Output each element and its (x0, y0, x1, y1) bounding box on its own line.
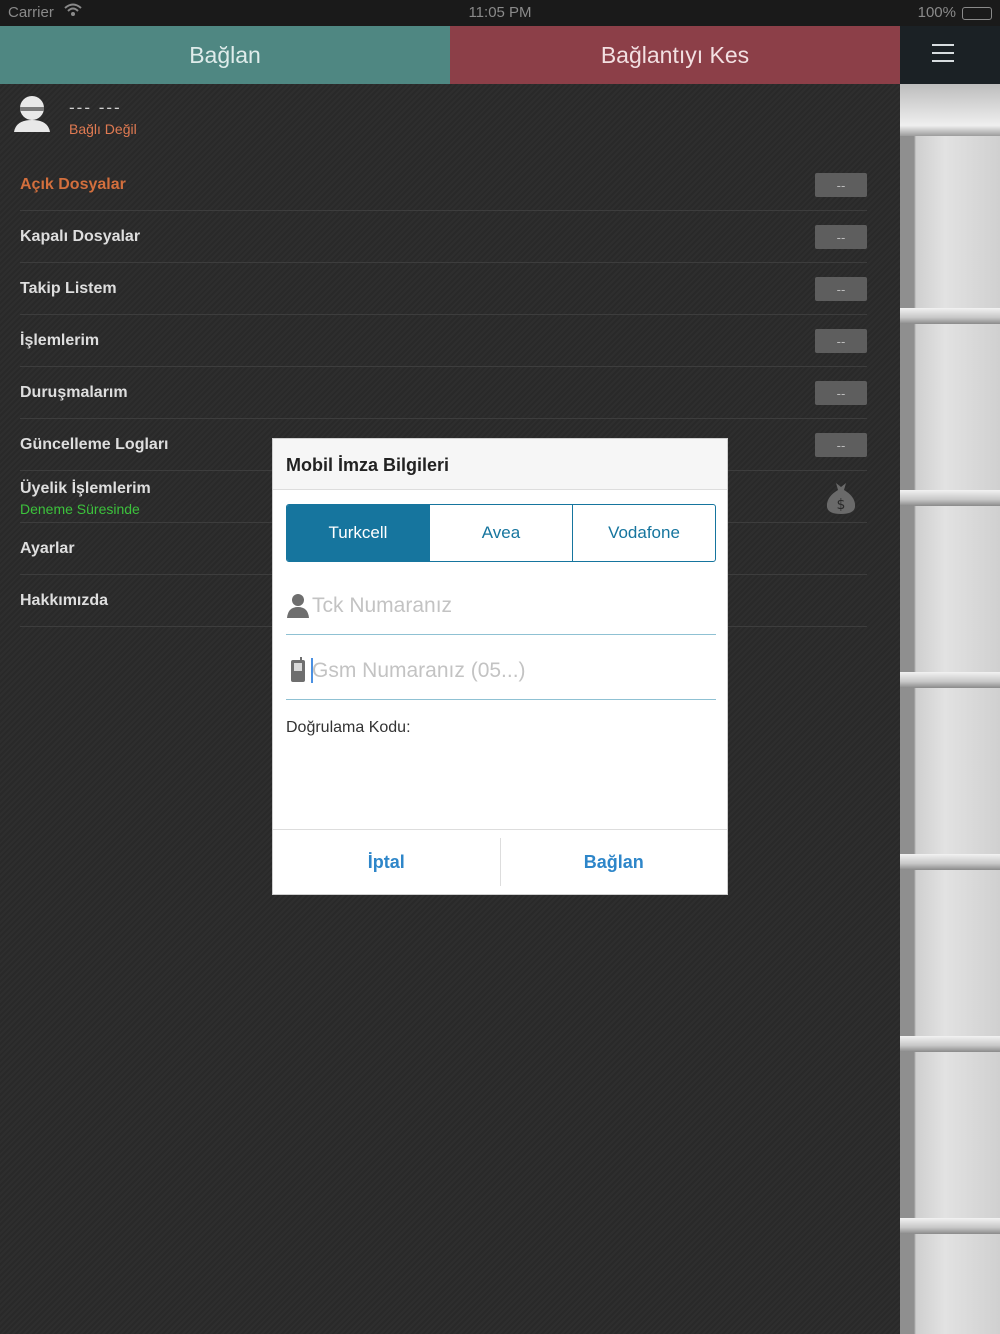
dialog-connect-button[interactable]: Bağlan (501, 830, 728, 894)
operator-segmented-control: Turkcell Avea Vodafone (286, 504, 716, 562)
trial-status: Deneme Süresinde (20, 501, 140, 517)
tck-placeholder: Tck Numaranız (312, 594, 453, 617)
menu-item-label: Takip Listem (20, 280, 117, 297)
cancel-button[interactable]: İptal (273, 830, 500, 894)
mobile-signature-dialog: Mobil İmza Bilgileri Turkcell Avea Vodaf… (272, 438, 728, 895)
menu-item-label: İşlemlerim (20, 332, 100, 349)
gsm-number-field[interactable]: Gsm Numaranız (05...) (286, 638, 716, 700)
count-badge: -- (815, 173, 867, 197)
segment-turkcell[interactable]: Turkcell (287, 505, 429, 561)
tck-number-field[interactable]: Tck Numaranız (286, 573, 716, 635)
menu-item-open-files[interactable]: Açık Dosyalar -- (20, 159, 867, 211)
count-badge: -- (815, 329, 867, 353)
top-bar: Bağlan Bağlantıyı Kes (0, 26, 1000, 84)
count-badge: -- (815, 381, 867, 405)
person-icon (286, 592, 310, 618)
menu-item-closed-files[interactable]: Kapalı Dosyalar -- (20, 211, 867, 263)
disconnect-button[interactable]: Bağlantıyı Kes (450, 26, 900, 84)
count-badge: -- (815, 225, 867, 249)
avatar-icon (12, 94, 52, 134)
menu-item-hearings[interactable]: Duruşmalarım -- (20, 367, 867, 419)
menu-item-label: Duruşmalarım (20, 384, 128, 401)
status-bar: Carrier 11:05 PM 100% (0, 0, 1000, 26)
segment-vodafone[interactable]: Vodafone (572, 505, 715, 561)
hamburger-menu-icon[interactable] (932, 44, 954, 64)
verification-code-label: Doğrulama Kodu: (286, 719, 411, 736)
count-badge: -- (815, 277, 867, 301)
dialog-title: Mobil İmza Bilgileri (273, 439, 727, 490)
svg-text:$: $ (837, 497, 846, 513)
profile-name: --- --- (69, 98, 122, 117)
battery-percent: 100% (917, 4, 956, 21)
count-badge: -- (815, 433, 867, 457)
gsm-placeholder: Gsm Numaranız (05...) (312, 659, 526, 682)
menu-item-label: Açık Dosyalar (20, 176, 126, 193)
clock: 11:05 PM (468, 4, 532, 21)
menu-item-watchlist[interactable]: Takip Listem -- (20, 263, 867, 315)
money-bag-icon: $ (823, 481, 859, 515)
bookshelf-background (900, 84, 1000, 1334)
menu-item-transactions[interactable]: İşlemlerim -- (20, 315, 867, 367)
connection-status: Bağlı Değil (69, 121, 137, 137)
battery-icon (962, 7, 992, 20)
dialog-actions: İptal Bağlan (273, 829, 727, 894)
mobile-phone-icon (286, 657, 310, 683)
connect-button[interactable]: Bağlan (0, 26, 450, 84)
menu-item-label: Hakkımızda (20, 592, 109, 609)
menu-item-label: Güncelleme Logları (20, 436, 169, 453)
segment-avea[interactable]: Avea (429, 505, 572, 561)
menu-item-label: Üyelik İşlemlerim (20, 480, 151, 497)
menu-item-label: Kapalı Dosyalar (20, 228, 141, 245)
menu-item-label: Ayarlar (20, 540, 75, 557)
